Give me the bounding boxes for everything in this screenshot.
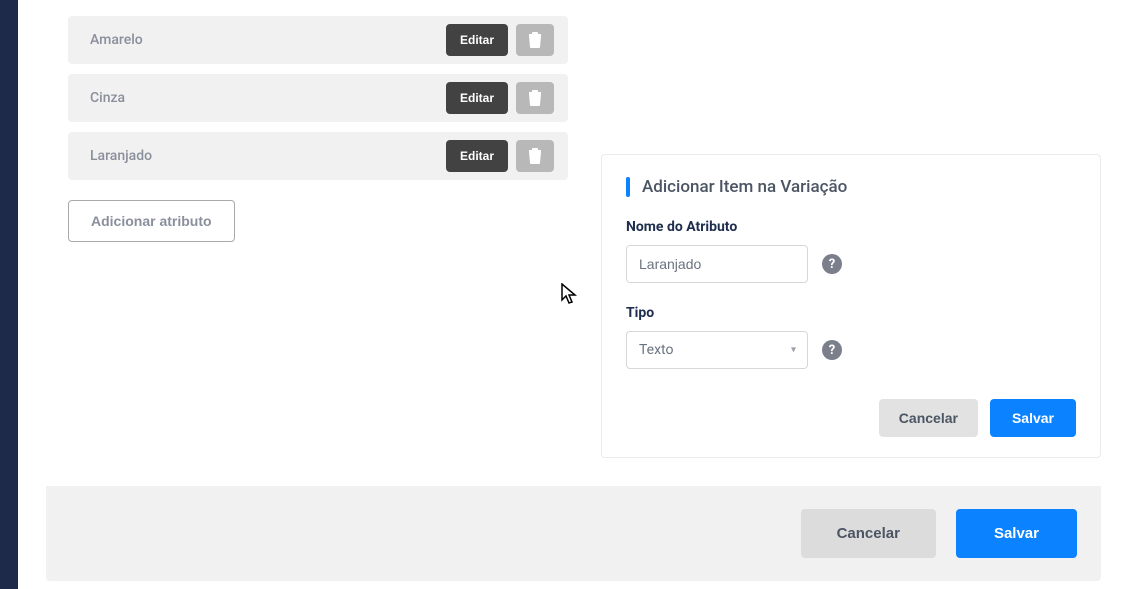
edit-button[interactable]: Editar (446, 24, 508, 56)
panel-accent-bar (626, 177, 630, 197)
edit-button[interactable]: Editar (446, 140, 508, 172)
panel-save-button[interactable]: Salvar (990, 399, 1076, 437)
attribute-label: Amarelo (90, 32, 143, 48)
form-group-name: Nome do Atributo ? (626, 219, 1076, 283)
panel-title: Adicionar Item na Variação (642, 177, 847, 197)
attribute-name-input[interactable] (626, 245, 808, 283)
attribute-label: Laranjado (90, 148, 152, 164)
edit-button[interactable]: Editar (446, 82, 508, 114)
attribute-actions: Editar (446, 140, 554, 172)
attribute-list: Amarelo Editar Cinza Editar (68, 16, 568, 242)
form-row: ? (626, 245, 1076, 283)
attribute-row: Cinza Editar (68, 74, 568, 122)
type-select[interactable]: Texto (626, 331, 808, 369)
name-label: Nome do Atributo (626, 219, 1076, 235)
left-nav-rail (0, 0, 18, 589)
panel-cancel-button[interactable]: Cancelar (879, 399, 978, 437)
attribute-label: Cinza (90, 90, 125, 106)
page-cancel-button[interactable]: Cancelar (801, 509, 936, 558)
delete-button[interactable] (516, 82, 554, 114)
trash-icon (528, 90, 542, 106)
delete-button[interactable] (516, 24, 554, 56)
page-container: Amarelo Editar Cinza Editar (18, 0, 1129, 589)
type-label: Tipo (626, 305, 1076, 321)
panel-header: Adicionar Item na Variação (626, 177, 1076, 197)
page-save-button[interactable]: Salvar (956, 509, 1077, 558)
form-group-type: Tipo Texto ▾ ? (626, 305, 1076, 369)
page-footer: Cancelar Salvar (46, 486, 1101, 581)
help-icon[interactable]: ? (822, 254, 842, 274)
delete-button[interactable] (516, 140, 554, 172)
type-select-value: Texto (639, 342, 673, 358)
help-icon[interactable]: ? (822, 340, 842, 360)
panel-footer: Cancelar Salvar (626, 399, 1076, 437)
form-row: Texto ▾ ? (626, 331, 1076, 369)
type-select-wrap: Texto ▾ (626, 331, 808, 369)
add-attribute-button[interactable]: Adicionar atributo (68, 200, 235, 242)
attribute-row: Laranjado Editar (68, 132, 568, 180)
trash-icon (528, 148, 542, 164)
main-card: Amarelo Editar Cinza Editar (46, 0, 1101, 486)
attribute-actions: Editar (446, 82, 554, 114)
attribute-actions: Editar (446, 24, 554, 56)
add-item-panel: Adicionar Item na Variação Nome do Atrib… (601, 154, 1101, 458)
trash-icon (528, 32, 542, 48)
attribute-row: Amarelo Editar (68, 16, 568, 64)
